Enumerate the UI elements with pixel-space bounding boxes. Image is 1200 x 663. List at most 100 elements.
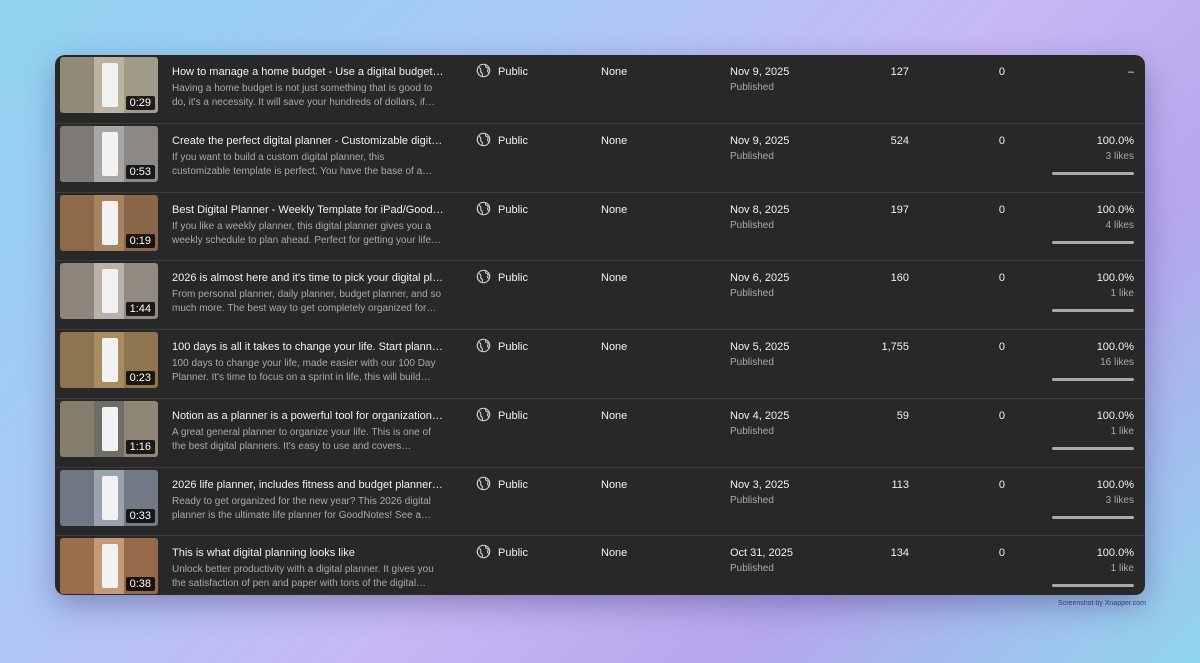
restrictions-value: None	[601, 341, 628, 353]
video-title[interactable]: How to manage a home budget - Use a digi…	[172, 66, 444, 78]
restrictions-value: None	[601, 272, 628, 285]
video-row[interactable]: 0:23 100 days is all it takes to change …	[55, 330, 1145, 399]
restrictions-value: None	[601, 409, 628, 422]
video-title[interactable]: 2026 life planner, includes fitness and …	[172, 479, 444, 491]
comments-count: 0	[998, 547, 1005, 560]
video-duration: 0:19	[125, 233, 155, 248]
likes-ratio-bar	[1052, 515, 1134, 519]
likes-ratio-fill	[1052, 584, 1134, 588]
video-duration: 1:16	[125, 439, 155, 454]
visibility-label[interactable]: Public	[498, 479, 528, 491]
video-thumbnail[interactable]: 0:19	[60, 194, 158, 251]
video-duration: 1:44	[125, 302, 155, 317]
globe-icon	[476, 544, 491, 559]
publish-date: Nov 9, 2025	[730, 134, 790, 147]
likes-percentage: 100.0%	[1096, 272, 1134, 285]
video-duration: 0:38	[125, 577, 155, 592]
visibility-label[interactable]: Public	[498, 341, 528, 353]
likes-ratio-fill	[1052, 515, 1134, 519]
video-row[interactable]: 0:53 Create the perfect digital planner …	[55, 124, 1145, 193]
visibility-label[interactable]: Public	[498, 204, 528, 216]
video-row[interactable]: 0:19 Best Digital Planner - Weekly Templ…	[55, 193, 1145, 262]
video-description: Ready to get organized for the new year?…	[172, 495, 432, 521]
video-row[interactable]: 0:38 This is what digital planning looks…	[55, 536, 1145, 595]
video-title[interactable]: Create the perfect digital planner - Cus…	[172, 135, 444, 147]
views-count: 134	[890, 547, 909, 560]
video-description: If you like a weekly planner, this digit…	[172, 220, 442, 246]
video-thumbnail[interactable]: 0:23	[60, 332, 158, 388]
likes-ratio-bar	[1052, 171, 1134, 175]
comments-count: 0	[998, 134, 1005, 147]
likes-percentage: –	[1127, 66, 1134, 78]
likes-ratio-bar	[1052, 584, 1134, 588]
publish-status: Published	[730, 288, 774, 300]
likes-ratio-bar	[1052, 446, 1134, 450]
likes-count: 4 likes	[1105, 219, 1134, 231]
likes-count: 3 likes	[1105, 150, 1134, 162]
video-title[interactable]: 100 days is all it takes to change your …	[172, 341, 444, 353]
publish-status: Published	[730, 219, 774, 231]
publish-status: Published	[730, 563, 774, 575]
comments-count: 0	[998, 409, 1005, 422]
comments-count: 0	[998, 478, 1005, 491]
video-description: If you want to build a custom digital pl…	[172, 151, 433, 177]
restrictions-value: None	[601, 66, 628, 78]
video-title[interactable]: 2026 is almost here and it's time to pic…	[172, 272, 444, 284]
views-count: 1,755	[881, 341, 909, 353]
video-thumbnail[interactable]: 1:16	[60, 400, 158, 457]
publish-status: Published	[730, 82, 774, 93]
globe-icon	[476, 269, 491, 284]
publish-status: Published	[730, 425, 774, 437]
likes-ratio-fill	[1052, 240, 1134, 244]
likes-count: 16 likes	[1100, 357, 1134, 368]
visibility-label[interactable]: Public	[498, 410, 528, 422]
restrictions-value: None	[601, 134, 628, 147]
video-thumbnail[interactable]: 0:38	[60, 538, 158, 595]
globe-icon	[476, 132, 491, 147]
visibility-label[interactable]: Public	[498, 66, 528, 78]
video-row[interactable]: 1:16 Notion as a planner is a powerful t…	[55, 399, 1145, 468]
visibility-label[interactable]: Public	[498, 272, 528, 284]
likes-percentage: 100.0%	[1096, 341, 1134, 353]
restrictions-value: None	[601, 478, 628, 491]
visibility-label[interactable]: Public	[498, 547, 528, 559]
likes-count: 1 like	[1110, 563, 1134, 575]
publish-date: Nov 3, 2025	[730, 478, 790, 491]
video-duration: 0:29	[125, 96, 155, 110]
video-description: Unlock better productivity with a digita…	[172, 564, 434, 590]
views-count: 59	[896, 409, 909, 422]
comments-count: 0	[998, 66, 1005, 78]
views-count: 127	[890, 66, 909, 78]
video-description: From personal planner, daily planner, bu…	[172, 289, 442, 315]
video-thumbnail[interactable]: 0:53	[60, 125, 158, 182]
video-title[interactable]: Best Digital Planner - Weekly Template f…	[172, 204, 444, 216]
views-count: 197	[890, 203, 909, 216]
likes-ratio-fill	[1052, 378, 1134, 381]
video-description: 100 days to change your life, made easie…	[172, 358, 436, 383]
video-thumbnail[interactable]: 0:33	[60, 469, 158, 526]
publish-status: Published	[730, 357, 774, 368]
likes-count: 1 like	[1110, 288, 1134, 300]
comments-count: 0	[998, 272, 1005, 285]
comments-count: 0	[998, 341, 1005, 353]
video-row[interactable]: 0:29 How to manage a home budget - Use a…	[55, 55, 1145, 124]
publish-date: Nov 4, 2025	[730, 409, 790, 422]
likes-ratio-bar	[1052, 309, 1134, 313]
video-row[interactable]: 1:44 2026 is almost here and it's time t…	[55, 261, 1145, 330]
likes-ratio-bar	[1052, 378, 1134, 381]
visibility-label[interactable]: Public	[498, 135, 528, 147]
restrictions-value: None	[601, 547, 628, 560]
video-row[interactable]: 0:33 2026 life planner, includes fitness…	[55, 468, 1145, 537]
video-thumbnail[interactable]: 0:29	[60, 57, 158, 113]
publish-date: Oct 31, 2025	[730, 547, 793, 560]
video-duration: 0:33	[125, 508, 155, 523]
globe-icon	[476, 63, 491, 78]
video-thumbnail[interactable]: 1:44	[60, 263, 158, 320]
restrictions-value: None	[601, 203, 628, 216]
views-count: 524	[890, 134, 909, 147]
video-title[interactable]: This is what digital planning looks like	[172, 547, 444, 559]
comments-count: 0	[998, 203, 1005, 216]
likes-percentage: 100.0%	[1096, 547, 1134, 560]
publish-date: Nov 8, 2025	[730, 203, 790, 216]
video-title[interactable]: Notion as a planner is a powerful tool f…	[172, 410, 444, 422]
